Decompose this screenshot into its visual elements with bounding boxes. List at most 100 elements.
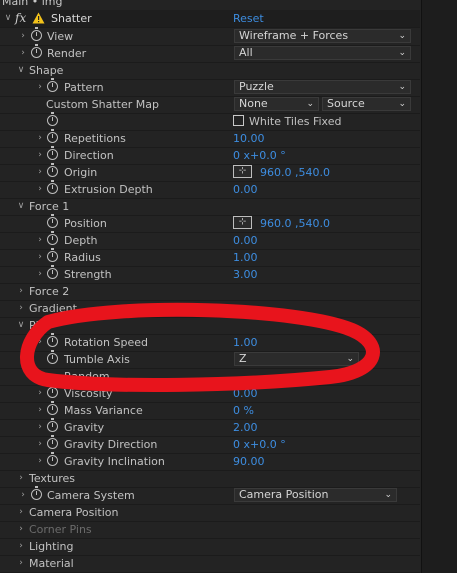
stopwatch-icon[interactable] <box>47 418 58 432</box>
view-dropdown[interactable]: Wireframe + Forces ⌄ <box>234 29 411 43</box>
stopwatch-icon[interactable] <box>47 435 58 449</box>
layer-dropdown[interactable]: None ⌄ <box>234 97 319 111</box>
stopwatch-icon[interactable] <box>47 163 58 177</box>
expand-toggle[interactable]: › <box>16 521 26 538</box>
gravity-direction-value[interactable]: 0 x+0.0 ° <box>233 436 286 453</box>
position-value[interactable]: 960.0 ,540.0 <box>260 215 330 232</box>
expand-toggle[interactable]: › <box>35 453 45 470</box>
expand-toggle[interactable]: › <box>16 504 26 521</box>
force1-group-row[interactable]: ∨ Force 1 <box>0 198 420 216</box>
crosshair-icon[interactable]: ⊹ <box>233 216 252 229</box>
lighting-group-row[interactable]: › Lighting <box>0 538 420 556</box>
corner-pins-label: Corner Pins <box>29 523 92 536</box>
collapse-effect-toggle[interactable]: ∨ <box>3 10 13 27</box>
camera-system-dropdown[interactable]: Camera Position ⌄ <box>234 488 397 502</box>
expand-toggle[interactable]: › <box>18 28 28 45</box>
stopwatch-icon[interactable] <box>47 214 58 228</box>
radius-value[interactable]: 1.00 <box>233 249 258 266</box>
expand-toggle[interactable]: › <box>35 436 45 453</box>
stopwatch-icon[interactable] <box>31 44 42 58</box>
origin-label: Origin <box>64 166 98 179</box>
expand-toggle[interactable]: › <box>35 385 45 402</box>
shape-group-row[interactable]: ∨ Shape <box>0 62 420 80</box>
expand-toggle[interactable]: › <box>35 164 45 181</box>
camera-position-group-row[interactable]: › Camera Position <box>0 504 420 522</box>
stopwatch-icon[interactable] <box>47 452 58 466</box>
origin-value[interactable]: 960.0 ,540.0 <box>260 164 330 181</box>
shape-label: Shape <box>29 64 64 77</box>
gradient-group-row[interactable]: › Gradient <box>0 300 420 318</box>
direction-row: › Direction 0 x+0.0 ° <box>0 146 420 165</box>
right-panel-edge <box>421 0 457 573</box>
stopwatch-icon[interactable] <box>47 146 58 160</box>
expand-toggle[interactable]: › <box>35 130 45 147</box>
physics-label: Ph <box>29 319 43 332</box>
strength-value[interactable]: 3.00 <box>233 266 258 283</box>
reset-link[interactable]: Reset <box>233 10 264 27</box>
extrusion-depth-row: › Extrusion Depth 0.00 <box>0 180 420 199</box>
stopwatch-icon[interactable] <box>47 112 58 126</box>
gravity-inclination-value[interactable]: 90.00 <box>233 453 265 470</box>
expand-toggle[interactable]: › <box>18 45 28 62</box>
expand-toggle[interactable]: › <box>35 181 45 198</box>
collapse-toggle[interactable]: ∨ <box>16 198 26 215</box>
depth-value[interactable]: 0.00 <box>233 232 258 249</box>
expand-toggle[interactable]: › <box>35 368 45 385</box>
gravity-value[interactable]: 2.00 <box>233 419 258 436</box>
expand-toggle[interactable]: › <box>35 249 45 266</box>
force2-group-row[interactable]: › Force 2 <box>0 283 420 301</box>
expand-toggle[interactable]: › <box>16 555 26 572</box>
crosshair-icon[interactable]: ⊹ <box>233 165 252 178</box>
source-dropdown[interactable]: Source ⌄ <box>322 97 411 111</box>
stopwatch-icon[interactable] <box>47 180 58 194</box>
expand-toggle[interactable]: › <box>16 538 26 555</box>
repetitions-value[interactable]: 10.00 <box>233 130 265 147</box>
stopwatch-icon[interactable] <box>31 486 42 500</box>
expand-toggle[interactable]: › <box>35 79 45 96</box>
stopwatch-icon[interactable] <box>47 231 58 245</box>
direction-label: Direction <box>64 149 114 162</box>
expand-toggle[interactable]: › <box>35 232 45 249</box>
expand-toggle[interactable]: › <box>35 419 45 436</box>
tumble-axis-dropdown[interactable]: Z ⌄ <box>234 352 359 366</box>
white-tiles-row: White Tiles Fixed <box>0 112 420 131</box>
view-label: View <box>47 30 74 43</box>
chevron-down-icon: ⌄ <box>398 82 406 92</box>
viscosity-value[interactable]: 0.00 <box>233 385 258 402</box>
effect-header-row: ∨ fx Shatter Reset <box>0 10 420 28</box>
stopwatch-icon[interactable] <box>47 333 58 347</box>
expand-toggle[interactable]: › <box>16 283 26 300</box>
material-group-row[interactable]: › Material <box>0 555 420 573</box>
textures-group-row[interactable]: › Textures <box>0 470 420 488</box>
render-dropdown[interactable]: All ⌄ <box>234 46 411 60</box>
white-tiles-checkbox[interactable] <box>233 115 244 126</box>
physics-group-row[interactable]: ∨ Ph <box>0 317 420 335</box>
force2-label: Force 2 <box>29 285 70 298</box>
stopwatch-icon[interactable] <box>47 129 58 143</box>
stopwatch-icon[interactable] <box>47 78 58 92</box>
collapse-toggle[interactable]: ∨ <box>16 317 26 334</box>
expand-toggle[interactable]: › <box>35 334 45 351</box>
stopwatch-icon[interactable] <box>47 384 58 398</box>
stopwatch-icon[interactable] <box>47 265 58 279</box>
expand-toggle[interactable]: › <box>16 470 26 487</box>
stopwatch-icon[interactable] <box>47 350 58 364</box>
chevron-down-icon: ⌄ <box>398 31 406 41</box>
stopwatch-icon[interactable] <box>47 401 58 415</box>
expand-toggle[interactable]: › <box>18 487 28 504</box>
collapse-toggle[interactable]: ∨ <box>16 62 26 79</box>
stopwatch-icon[interactable] <box>47 248 58 262</box>
pattern-dropdown[interactable]: Puzzle ⌄ <box>234 80 411 94</box>
corner-pins-group-row[interactable]: › Corner Pins <box>0 521 420 539</box>
expand-toggle[interactable]: › <box>35 147 45 164</box>
stopwatch-icon[interactable] <box>31 27 42 41</box>
expand-toggle[interactable]: › <box>35 402 45 419</box>
mass-variance-value[interactable]: 0 % <box>233 402 254 419</box>
pattern-value: Puzzle <box>239 80 274 93</box>
fx-toggle-icon[interactable]: fx <box>15 10 26 27</box>
rotation-speed-value[interactable]: 1.00 <box>233 334 258 351</box>
direction-value[interactable]: 0 x+0.0 ° <box>233 147 286 164</box>
expand-toggle[interactable]: › <box>35 266 45 283</box>
expand-toggle[interactable]: › <box>16 300 26 317</box>
extrusion-depth-value[interactable]: 0.00 <box>233 181 258 198</box>
